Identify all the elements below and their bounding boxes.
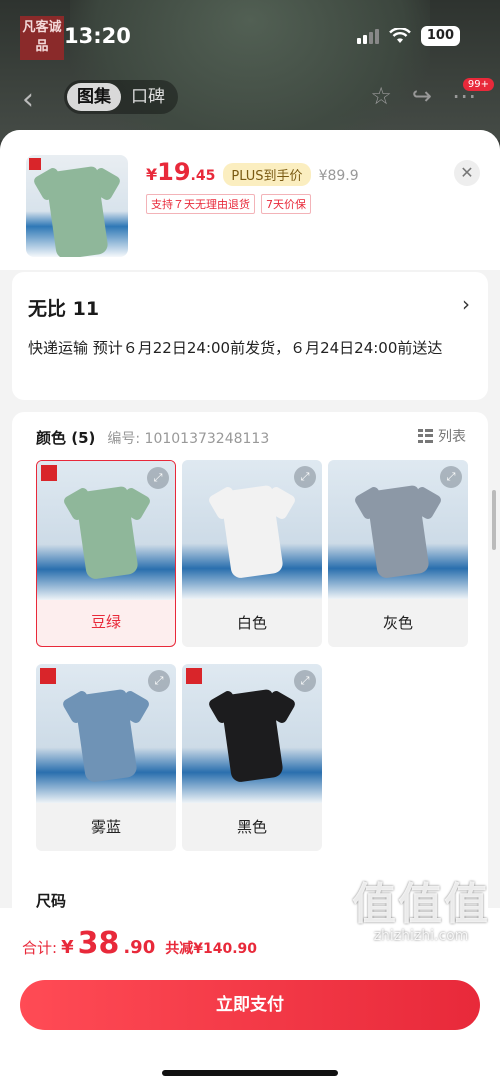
shirt-image	[207, 478, 297, 580]
return-policy-tag: 支持７天无理由退货	[146, 194, 255, 214]
brand-mark-icon	[186, 668, 202, 684]
pay-now-button[interactable]: 立即支付	[20, 980, 480, 1030]
expand-icon[interactable]: ⤢	[440, 466, 462, 488]
shirt-image	[32, 159, 122, 257]
color-label: 豆绿	[90, 613, 121, 631]
home-indicator	[162, 1070, 338, 1076]
shirt-image	[207, 682, 297, 784]
battery-icon: 100	[420, 26, 460, 46]
list-view-toggle[interactable]: 列表	[418, 426, 466, 446]
shirt-image	[61, 682, 151, 784]
total-savings: 共减¥140.90	[165, 941, 257, 957]
delivery-estimate: 快递运输 预计６月22日24:00前发货，６月24日24:00前送达	[28, 339, 443, 357]
product-thumbnail[interactable]	[26, 155, 128, 257]
tab-gallery[interactable]: 图集	[67, 83, 121, 111]
total-currency: ¥	[61, 937, 74, 958]
chevron-right-icon: ›	[462, 292, 470, 316]
nav-actions: ☆ ↪ ⋯	[370, 82, 476, 110]
brand-mark-icon	[40, 668, 56, 684]
sheet-header: ¥19.45 PLUS到手价 ¥89.9 支持７天无理由退货 7天价保 ✕	[0, 130, 500, 270]
plus-price-tag: PLUS到手价	[223, 163, 311, 186]
total-label: 合计:	[22, 939, 58, 957]
brand-logo: 凡客诚品	[20, 16, 64, 60]
total-integer: 38	[77, 926, 120, 961]
color-label: 灰色	[382, 614, 413, 632]
original-price: ¥89.9	[318, 168, 359, 184]
share-icon[interactable]: ↪	[412, 82, 432, 110]
color-label: 雾蓝	[90, 818, 121, 836]
tab-reviews[interactable]: 口碑	[121, 83, 175, 111]
close-icon[interactable]: ✕	[454, 160, 480, 186]
color-header: 颜色 (5) 编号: 10101373248113	[36, 427, 269, 448]
color-option-mist-blue[interactable]: ⤢ 雾蓝	[36, 664, 176, 851]
expand-icon[interactable]: ⤢	[148, 670, 170, 692]
background-page: 凡客诚品 13:20 100 ‹ 图集 口碑 ☆ ↪ ⋯ 99+	[0, 0, 500, 140]
expand-icon[interactable]: ⤢	[294, 466, 316, 488]
price-protection-tag: 7天价保	[261, 194, 311, 214]
guarantee-tags: 支持７天无理由退货 7天价保	[146, 194, 311, 214]
color-label: 黑色	[236, 818, 267, 836]
expand-icon[interactable]: ⤢	[294, 670, 316, 692]
color-option-white[interactable]: ⤢ 白色	[182, 460, 322, 647]
back-icon[interactable]: ‹	[22, 82, 34, 117]
brand-mark-icon	[41, 465, 57, 481]
color-option-black[interactable]: ⤢ 黑色	[182, 664, 322, 851]
shirt-image	[353, 478, 443, 580]
color-title: 颜色 (5)	[36, 429, 96, 447]
status-time: 13:20	[64, 24, 131, 48]
color-option-gray[interactable]: ⤢ 灰色	[328, 460, 468, 647]
expand-icon[interactable]: ⤢	[147, 467, 169, 489]
cellular-signal-icon	[356, 28, 379, 44]
background-product-image	[70, 0, 430, 140]
price-row: ¥19.45 PLUS到手价 ¥89.9	[146, 158, 359, 186]
sku-code: 编号: 10101373248113	[107, 431, 270, 447]
status-icons: 100	[356, 26, 460, 46]
scrollbar[interactable]	[492, 490, 496, 550]
list-view-label: 列表	[438, 429, 466, 445]
plus-price: ¥19.45	[146, 158, 216, 186]
color-option-green[interactable]: ⤢ 豆绿	[36, 460, 176, 647]
shipping-card[interactable]: 无比 11 › 快递运输 预计６月22日24:00前发货，６月24日24:00前…	[12, 272, 488, 400]
color-label: 白色	[236, 614, 267, 632]
watermark: 值值值 zhizhizhi.com	[352, 868, 490, 944]
gallery-tabs: 图集 口碑	[64, 80, 178, 114]
message-badge: 99+	[462, 78, 494, 91]
delivery-address: 无比 11	[28, 298, 100, 320]
wifi-icon	[389, 28, 411, 43]
shirt-image	[62, 479, 152, 581]
total-price: 合计: ¥38.90 共减¥140.90	[22, 926, 257, 961]
watermark-logo: 值值值	[352, 879, 490, 930]
favorite-star-icon[interactable]: ☆	[370, 82, 392, 110]
total-decimal: .90	[123, 937, 156, 958]
list-icon	[418, 429, 433, 443]
